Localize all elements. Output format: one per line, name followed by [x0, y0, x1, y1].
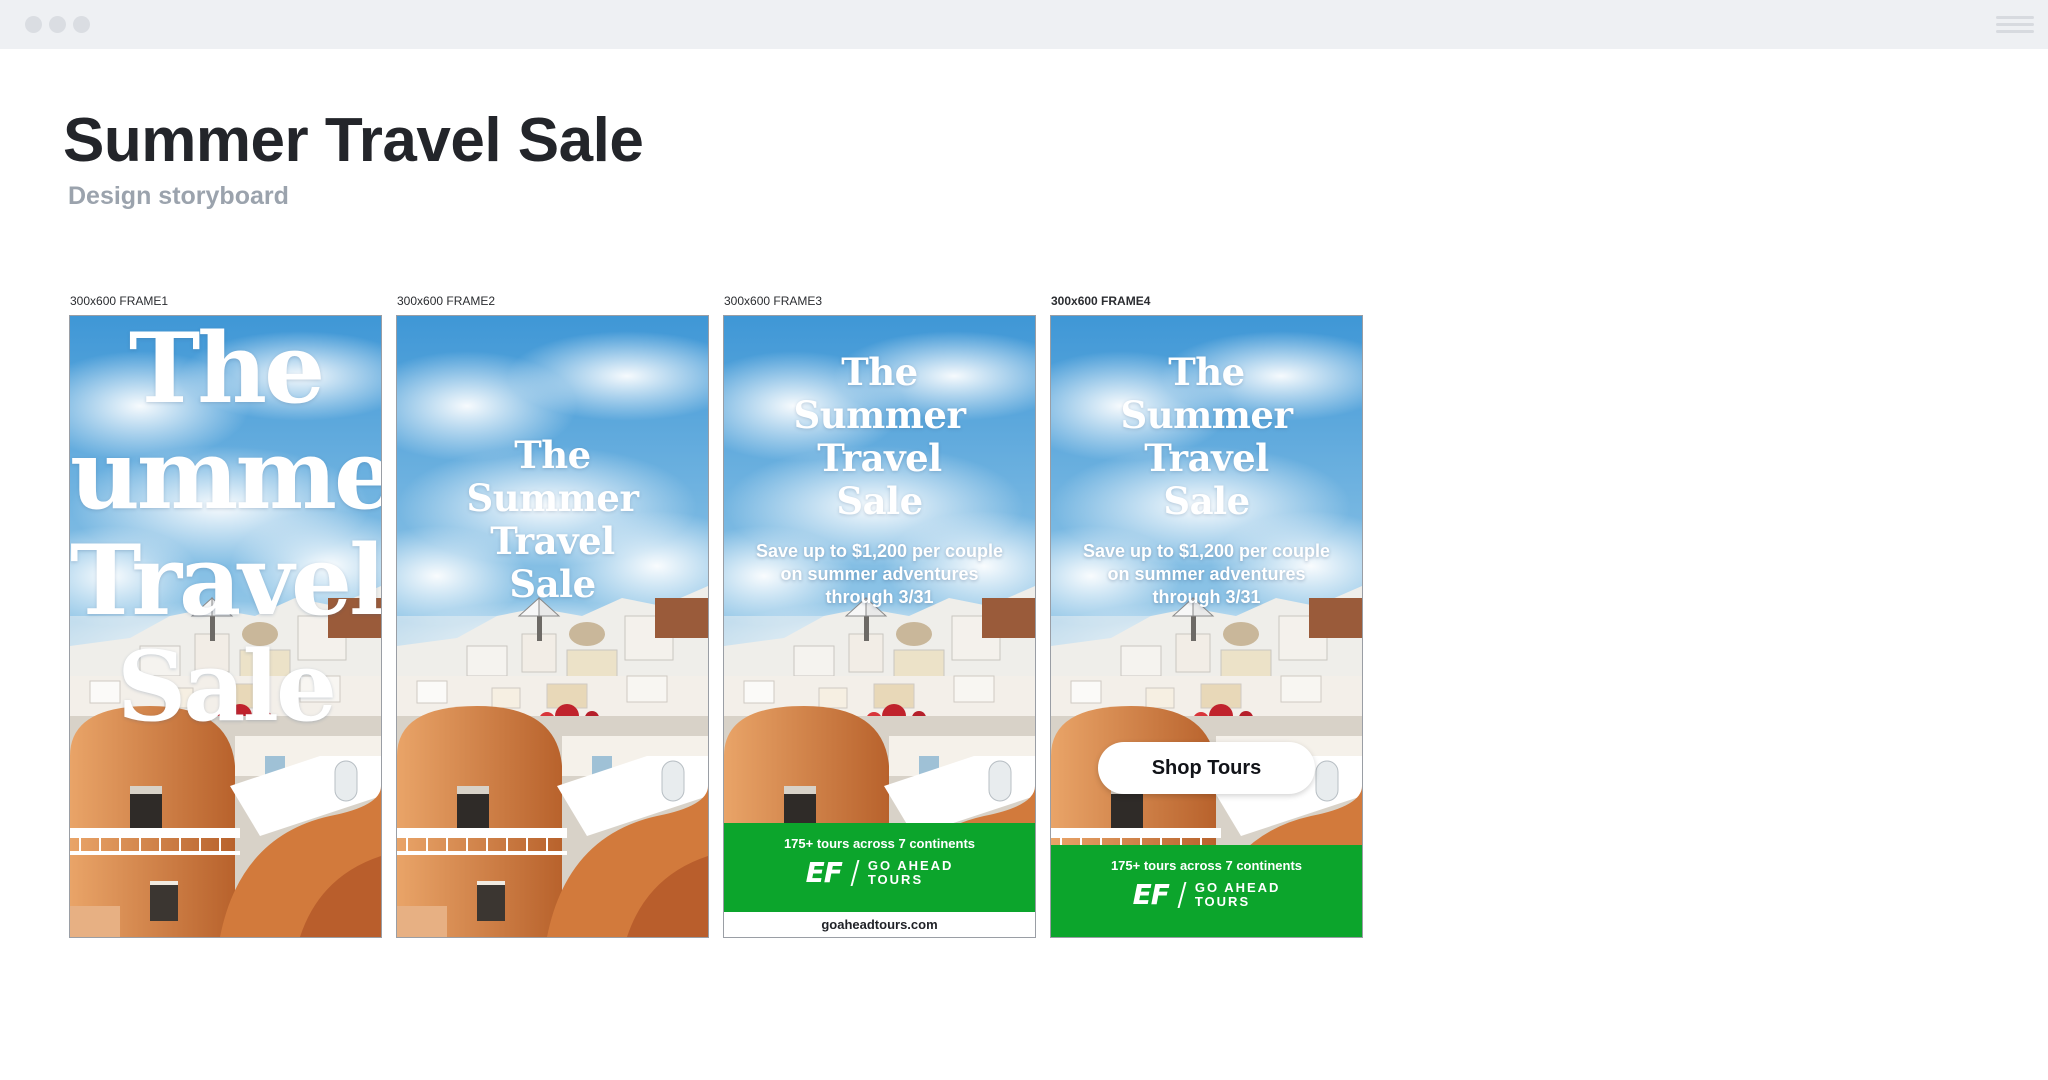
ad-frame[interactable]: The Summer Travel Sale Save up to $1,200…: [1050, 315, 1363, 938]
offer-line: Save up to $1,200 per couple: [755, 541, 1004, 561]
storyboard-frame-1: 300x600 FRAME1 The umme Travel Sale: [69, 293, 382, 938]
ef-logo-icon: EF: [1132, 878, 1170, 911]
ef-logo-icon: EF: [805, 856, 843, 889]
frame-label: 300x600 FRAME1: [70, 294, 169, 308]
frame-label: 300x600 FRAME4: [1051, 294, 1151, 308]
santorini-photo: [397, 316, 708, 937]
headline-line: umme: [70, 418, 382, 531]
headline-line: Travel: [70, 524, 382, 637]
headline-line: Sale: [509, 562, 596, 606]
page-subtitle: Design storyboard: [68, 182, 289, 210]
ad-frame[interactable]: The Summer Travel Sale: [396, 315, 709, 938]
logo-divider: [1177, 882, 1187, 908]
headline: The Summer Travel Sale: [397, 434, 708, 606]
minimize-window-icon[interactable]: [49, 16, 66, 33]
headline-line: The: [841, 350, 918, 394]
storyboard-frame-2: 300x600 FRAME2 The Summer Travel Sale: [396, 293, 709, 938]
offer-line: through 3/31: [825, 587, 934, 607]
offer-text: Save up to $1,200 per couple on summer a…: [1051, 540, 1362, 609]
headline-line: Sale: [1163, 479, 1250, 523]
brand-band: 175+ tours across 7 continents EF GO AHE…: [724, 823, 1035, 912]
headline-line: Travel: [490, 519, 615, 563]
ad-frame[interactable]: The Summer Travel Sale Save up to $1,200…: [723, 315, 1036, 938]
logo-line: GO AHEAD: [1194, 880, 1281, 895]
website-url[interactable]: goaheadtours.com: [724, 912, 1035, 937]
brand-band: 175+ tours across 7 continents EF GO AHE…: [1051, 845, 1362, 937]
offer-text: Save up to $1,200 per couple on summer a…: [724, 540, 1035, 609]
close-window-icon[interactable]: [25, 16, 42, 33]
headline-line: The: [1168, 350, 1245, 394]
offer-line: Save up to $1,200 per couple: [1082, 541, 1331, 561]
hamburger-menu-icon[interactable]: [1996, 14, 2034, 34]
headline-line: The: [128, 315, 325, 425]
logo-wordmark: GO AHEAD TOURS: [1195, 881, 1281, 909]
logo-wordmark: GO AHEAD TOURS: [868, 859, 954, 887]
headline-line: Summer: [1120, 393, 1293, 437]
tours-tagline: 175+ tours across 7 continents: [783, 836, 976, 851]
ef-go-ahead-logo: EF GO AHEAD TOURS: [1051, 881, 1362, 909]
ad-frame[interactable]: The umme Travel Sale: [69, 315, 382, 938]
frame-label: 300x600 FRAME3: [724, 294, 823, 308]
tours-tagline: 175+ tours across 7 continents: [1110, 858, 1303, 873]
headline-line: Summer: [793, 393, 966, 437]
headline-line: Sale: [116, 630, 337, 743]
headline-line: The: [514, 433, 591, 477]
storyboard-frame-4: 300x600 FRAME4 The Summer Travel Sale Sa…: [1050, 293, 1363, 938]
headline-line: Travel: [817, 436, 942, 480]
frame-label: 300x600 FRAME2: [397, 294, 496, 308]
maximize-window-icon[interactable]: [73, 16, 90, 33]
logo-line: TOURS: [1194, 894, 1251, 909]
logo-divider: [850, 860, 860, 886]
window-titlebar: [0, 0, 2048, 49]
ef-go-ahead-logo: EF GO AHEAD TOURS: [724, 859, 1035, 887]
offer-line: on summer adventures: [1107, 564, 1306, 584]
headline-line: Summer: [466, 476, 639, 520]
offer-line: on summer adventures: [780, 564, 979, 584]
headline: The Summer Travel Sale: [724, 351, 1035, 523]
logo-line: GO AHEAD: [867, 858, 954, 873]
shop-tours-button[interactable]: Shop Tours: [1098, 742, 1315, 794]
headline-large: The umme Travel Sale: [70, 316, 381, 740]
headline: The Summer Travel Sale: [1051, 351, 1362, 523]
logo-line: TOURS: [867, 872, 924, 887]
page-title: Summer Travel Sale: [63, 106, 644, 175]
headline-line: Travel: [1144, 436, 1269, 480]
offer-line: through 3/31: [1152, 587, 1261, 607]
headline-line: Sale: [836, 479, 923, 523]
storyboard-frame-3: 300x600 FRAME3 The Summer Travel Sale Sa…: [723, 293, 1036, 938]
